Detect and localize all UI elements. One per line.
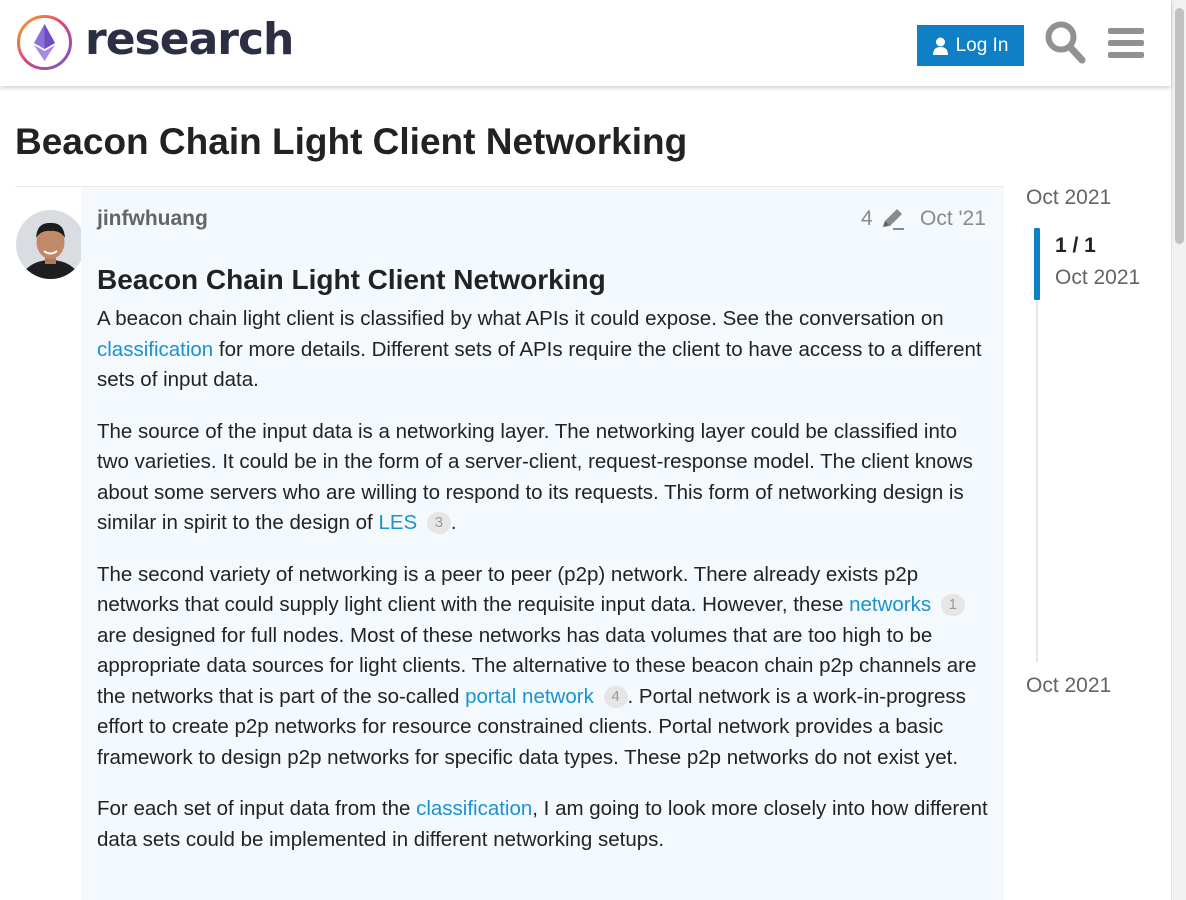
post-heading: Beacon Chain Light Client Networking [97, 264, 606, 295]
les-link[interactable]: LES [378, 511, 417, 534]
hamburger-menu-icon[interactable] [1107, 20, 1145, 71]
link-click-count-badge: 3 [426, 512, 451, 534]
classification-link[interactable]: classification [97, 338, 213, 361]
edit-history-button[interactable]: 4 [861, 207, 905, 231]
paragraph: For each set of input data from the clas… [97, 797, 988, 851]
classification-link[interactable]: classification [416, 797, 532, 820]
login-button-label: Log In [955, 34, 1009, 56]
scrollbar-thumb[interactable] [1175, 8, 1184, 244]
pencil-icon [882, 209, 904, 230]
post-date[interactable]: Oct '21 [920, 207, 986, 231]
site-header: research Log In [0, 0, 1171, 86]
topic-timeline: Oct 2021 1 / 1 Oct 2021 Oct 2021 [1026, 186, 1166, 716]
page-scrollbar[interactable] [1171, 0, 1186, 900]
link-click-count-badge: 4 [603, 685, 628, 708]
search-icon[interactable] [1044, 20, 1086, 71]
timeline-current-date: Oct 2021 [1055, 266, 1141, 289]
paragraph: The second variety of networking is a pe… [97, 562, 977, 769]
timeline-start-date[interactable]: Oct 2021 [1026, 186, 1111, 210]
logo-text: research [85, 13, 294, 65]
avatar[interactable] [16, 210, 85, 279]
ethereum-logo-icon [17, 15, 72, 70]
edit-count: 4 [861, 207, 873, 230]
user-icon [932, 37, 948, 55]
timeline-position: 1 / 1 [1055, 234, 1096, 257]
paragraph: The source of the input data is a networ… [97, 419, 973, 534]
link-click-count-badge: 1 [940, 594, 965, 616]
paragraph: A beacon chain light client is classifie… [97, 307, 982, 391]
login-button[interactable]: Log In [917, 25, 1024, 66]
portal-network-link[interactable]: portal network [465, 685, 594, 708]
post-content: Beacon Chain Light Client Networking A b… [97, 262, 989, 876]
topic-title[interactable]: Beacon Chain Light Client Networking [15, 120, 687, 164]
post-author[interactable]: jinfwhuang [97, 207, 208, 231]
networks-link[interactable]: networks [849, 593, 931, 616]
site-logo[interactable]: research [16, 13, 294, 71]
timeline-end-date[interactable]: Oct 2021 [1026, 674, 1111, 698]
timeline-scroll-handle[interactable] [1034, 228, 1040, 300]
